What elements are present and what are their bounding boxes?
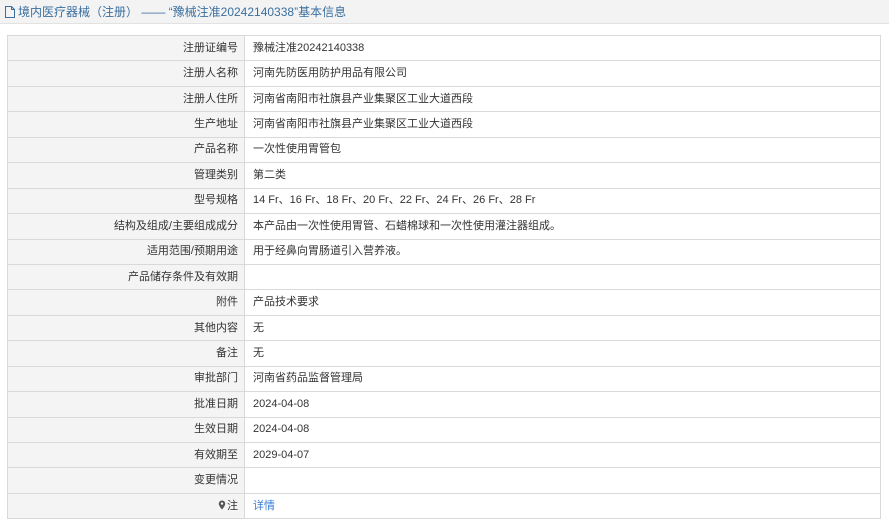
document-icon [4,5,16,19]
row-value: 一次性使用胃管包 [244,136,881,164]
table-row: 备注 无 [7,340,881,367]
row-label: 注册证编号 [7,34,245,62]
row-value: 产品技术要求 [244,289,881,316]
row-value: 2024-04-08 [244,416,881,444]
row-label: 生产地址 [7,111,245,138]
note-value-cell: 详情 [244,492,881,520]
row-label: 适用范围/预期用途 [7,238,245,265]
table-row: 批准日期 2024-04-08 [7,391,881,418]
row-value: 河南省南阳市社旗县产业集聚区工业大道西段 [244,111,881,138]
page-title-bar: 境内医疗器械（注册） —— “豫械注准20242140338”基本信息 [0,0,889,24]
row-value: 14 Fr、16 Fr、18 Fr、20 Fr、22 Fr、24 Fr、26 F… [244,187,881,215]
row-label: 备注 [7,340,245,367]
row-value: 河南省南阳市社旗县产业集聚区工业大道西段 [244,85,881,113]
row-label: 产品名称 [7,136,245,164]
map-pin-icon [218,500,226,510]
row-value: 第二类 [244,162,881,189]
row-label: 注册人住所 [7,85,245,113]
detail-link[interactable]: 详情 [253,500,275,512]
table-row: 审批部门 河南省药品监督管理局 [7,365,881,393]
table-row: 型号规格 14 Fr、16 Fr、18 Fr、20 Fr、22 Fr、24 Fr… [7,187,881,215]
row-label: 批准日期 [7,391,245,418]
row-value: 河南先防医用防护用品有限公司 [244,60,881,87]
row-label: 产品储存条件及有效期 [7,263,245,291]
row-value: 无 [244,340,881,367]
table-row: 生产地址 河南省南阳市社旗县产业集聚区工业大道西段 [7,111,881,138]
row-value: 本产品由一次性使用胃管、石蜡棉球和一次性使用灌注器组成。 [244,213,881,240]
row-value [244,467,881,494]
page-title: 境内医疗器械（注册） —— “豫械注准20242140338”基本信息 [18,5,347,19]
table-row: 管理类别 第二类 [7,162,881,189]
table-row: 产品储存条件及有效期 [7,263,881,291]
row-value: 河南省药品监督管理局 [244,365,881,393]
row-label: 型号规格 [7,187,245,215]
row-value: 2024-04-08 [244,391,881,418]
table-row: 注册人住所 河南省南阳市社旗县产业集聚区工业大道西段 [7,85,881,113]
note-row: 注 详情 [7,492,881,520]
row-value: 豫械注准20242140338 [244,34,881,62]
table-row: 注册证编号 豫械注准20242140338 [7,34,881,62]
row-value: 2029-04-07 [244,441,881,469]
table-row: 变更情况 [7,467,881,494]
table-row: 其他内容 无 [7,314,881,342]
info-table: 注册证编号 豫械注准20242140338 注册人名称 河南先防医用防护用品有限… [7,34,881,520]
row-label: 附件 [7,289,245,316]
row-label: 管理类别 [7,162,245,189]
note-label: 注 [227,500,238,513]
row-label: 审批部门 [7,365,245,393]
row-value: 无 [244,314,881,342]
table-row: 附件 产品技术要求 [7,289,881,316]
table-row: 生效日期 2024-04-08 [7,416,881,444]
table-row: 注册人名称 河南先防医用防护用品有限公司 [7,60,881,87]
row-label: 注册人名称 [7,60,245,87]
row-label: 结构及组成/主要组成成分 [7,213,245,240]
table-row: 有效期至 2029-04-07 [7,441,881,469]
row-label: 变更情况 [7,467,245,494]
row-label: 生效日期 [7,416,245,444]
row-value: 用于经鼻向胃肠道引入营养液。 [244,238,881,265]
row-value [244,263,881,291]
table-row: 适用范围/预期用途 用于经鼻向胃肠道引入营养液。 [7,238,881,265]
table-row: 产品名称 一次性使用胃管包 [7,136,881,164]
note-label-cell: 注 [7,492,245,520]
row-label: 有效期至 [7,441,245,469]
table-row: 结构及组成/主要组成成分 本产品由一次性使用胃管、石蜡棉球和一次性使用灌注器组成… [7,213,881,240]
row-label: 其他内容 [7,314,245,342]
